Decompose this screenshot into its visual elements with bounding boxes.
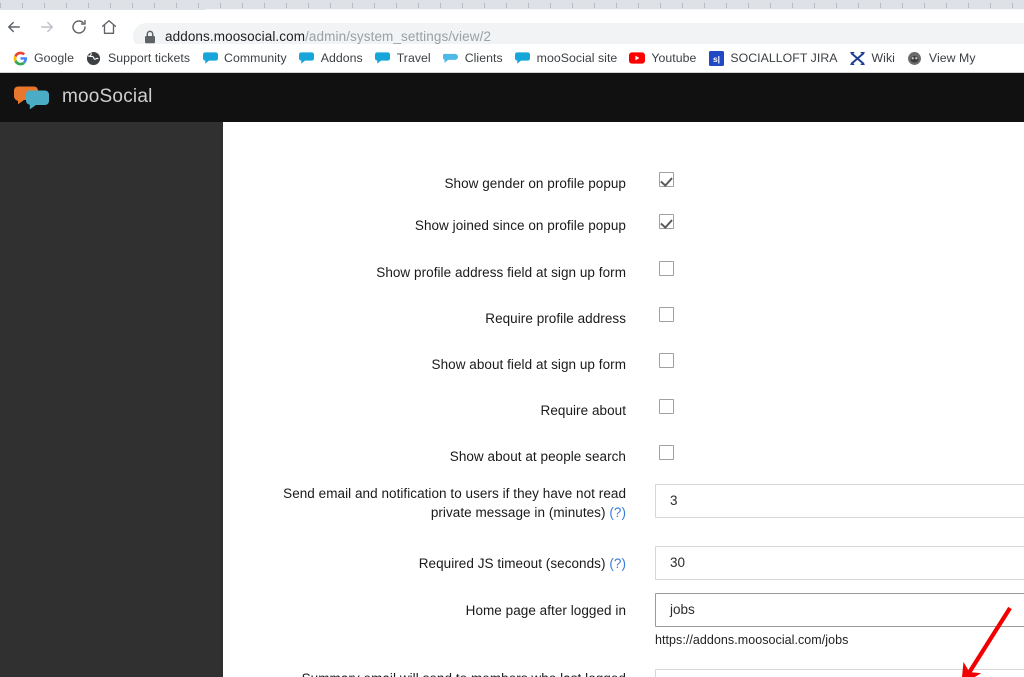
- field-label-line2: private message in (minutes): [430, 505, 606, 520]
- field-label: Show about field at sign up form: [431, 357, 626, 372]
- url-host: addons.moosocial.com: [165, 29, 306, 44]
- checkbox-show-profile-address-field-at[interactable]: [659, 261, 674, 276]
- bookmark-label: Wiki: [871, 51, 895, 65]
- bookmarks-bar: Google Support tickets Community Addons Trav…: [0, 44, 1024, 72]
- input-send-email-and-notification-to[interactable]: 3: [655, 484, 1024, 518]
- checkbox-show-joined-since-on-profile[interactable]: [659, 214, 674, 229]
- field-label-line1: Required JS timeout (seconds): [418, 556, 606, 571]
- checkbox-require-about[interactable]: [659, 399, 674, 414]
- bookmark-label: Youtube: [651, 51, 697, 65]
- input-required-js-timeout-seconds[interactable]: 30: [655, 546, 1024, 580]
- speech-bubble-icon: [299, 50, 315, 66]
- bookmark-moosocial-site[interactable]: mooSocial site: [509, 46, 624, 70]
- address-bar-url: addons.moosocial.com/admin/system_settin…: [165, 29, 491, 44]
- help-marker-icon[interactable]: (?): [609, 505, 626, 520]
- jira-icon: s|: [708, 50, 724, 66]
- field-label: Require profile address: [485, 311, 626, 326]
- site-logo-text: mooSocial: [62, 86, 153, 107]
- google-g-icon: [12, 50, 28, 66]
- reload-icon[interactable]: [69, 17, 89, 37]
- admin-sidebar[interactable]: [0, 122, 223, 677]
- bookmark-support-tickets[interactable]: Support tickets: [80, 46, 196, 70]
- bookmark-label: Google: [34, 51, 74, 65]
- bookmark-label: mooSocial site: [536, 51, 618, 65]
- field-label: Require about: [540, 403, 626, 418]
- site-header: mooSocial: [0, 73, 1024, 122]
- bookmark-clients[interactable]: Clients: [437, 46, 509, 70]
- svg-text:s|: s|: [713, 53, 720, 63]
- tab-strip-ticks: [0, 3, 1024, 8]
- field-label: Send email and notification to users if …: [246, 484, 626, 522]
- speech-bubble-light-icon: [443, 50, 459, 66]
- field-label: Show joined since on profile popup: [414, 218, 626, 233]
- checkbox-show-about-field-at-sign[interactable]: [659, 353, 674, 368]
- site-logo[interactable]: mooSocial: [12, 79, 153, 115]
- help-marker-icon[interactable]: (?): [609, 556, 626, 571]
- field-label-line1: Send email and notification to users if …: [283, 486, 626, 501]
- youtube-icon: [629, 50, 646, 66]
- bookmark-label: Community: [224, 51, 287, 65]
- page-viewport: mooSocial Show gender on profile popup Sh…: [0, 73, 1024, 677]
- input-home-page-after-logged-in[interactable]: jobs: [655, 593, 1024, 627]
- speech-bubble-icon: [375, 50, 391, 66]
- checkbox-show-about-at-people-search[interactable]: [659, 445, 674, 460]
- settings-content: Show gender on profile popup Show joined …: [223, 122, 1024, 677]
- bookmark-google[interactable]: Google: [6, 46, 80, 70]
- field-label: Home page after logged in: [246, 601, 626, 620]
- browser-window: addons.moosocial.com/admin/system_settin…: [0, 0, 1024, 677]
- bookmark-wiki[interactable]: Wiki: [844, 46, 901, 70]
- checkbox-show-gender-on-profile-popup[interactable]: [659, 172, 674, 187]
- moosocial-bubbles-logo: [12, 82, 52, 112]
- bookmark-view-my[interactable]: View My: [901, 46, 982, 70]
- field-label: Show profile address field at sign up fo…: [376, 265, 626, 280]
- view-my-icon: [907, 50, 923, 66]
- field-label-line1: Home page after logged in: [465, 603, 626, 618]
- bookmark-label: Clients: [464, 51, 503, 65]
- bookmark-label: SOCIALLOFT JIRA: [730, 51, 838, 65]
- bookmark-community[interactable]: Community: [196, 46, 293, 70]
- bookmark-youtube[interactable]: Youtube: [623, 46, 702, 70]
- checkbox-require-profile-address[interactable]: [659, 307, 674, 322]
- bookmark-label: View My: [928, 51, 976, 65]
- bookmark-socialloft-jira[interactable]: s| SOCIALLOFT JIRA: [702, 46, 843, 70]
- field-label: Show gender on profile popup: [444, 176, 626, 191]
- back-icon[interactable]: [4, 17, 24, 37]
- url-path: /admin/system_settings/view/2: [305, 29, 492, 44]
- browser-toolbar: addons.moosocial.com/admin/system_settin…: [0, 10, 1024, 50]
- globe-icon: [86, 50, 102, 66]
- input-summary-email-will-send-to[interactable]: 60: [655, 669, 1024, 677]
- bookmark-label: Addons: [320, 51, 363, 65]
- speech-bubble-icon: [515, 50, 531, 66]
- forward-icon[interactable]: [37, 17, 57, 37]
- field-label: Summary email will send to members who l…: [246, 669, 626, 677]
- speech-bubble-icon: [202, 50, 218, 66]
- field-label: Required JS timeout (seconds) (?): [246, 554, 626, 573]
- lock-icon: [144, 30, 156, 44]
- bookmark-travel[interactable]: Travel: [369, 46, 437, 70]
- home-icon[interactable]: [99, 17, 119, 37]
- helper-text: https://addons.moosocial.com/jobs: [655, 633, 849, 647]
- bookmark-label: Travel: [396, 51, 431, 65]
- bookmark-label: Support tickets: [107, 51, 191, 65]
- bookmark-addons[interactable]: Addons: [293, 46, 369, 70]
- wiki-x-icon: [850, 50, 866, 66]
- field-label-line1: Summary email will send to members who l…: [302, 671, 626, 677]
- field-label: Show about at people search: [449, 449, 626, 464]
